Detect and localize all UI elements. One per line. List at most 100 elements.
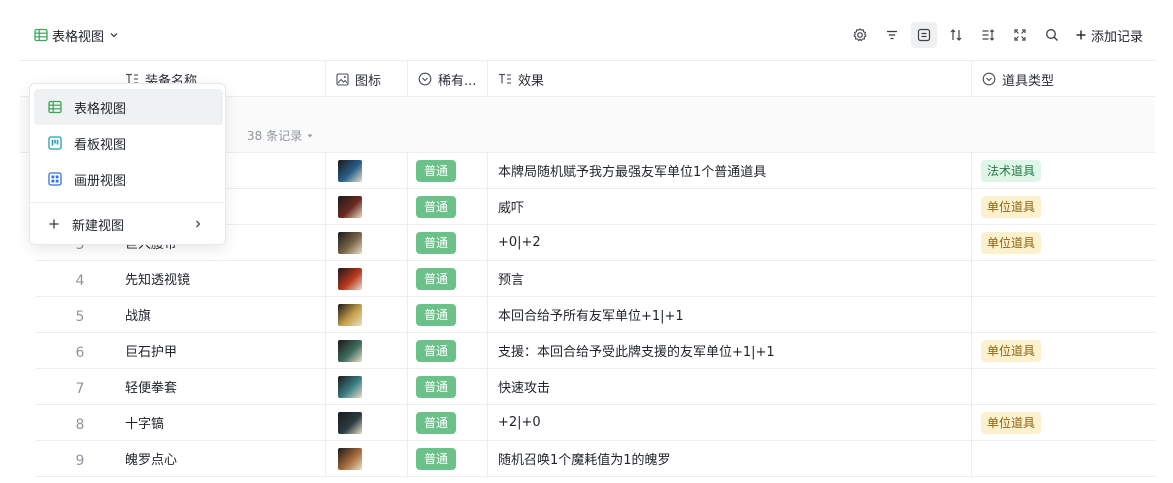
cell-effect[interactable]: +0|+2 xyxy=(487,225,971,260)
cell-effect[interactable]: +2|+0 xyxy=(487,405,971,440)
type-tag: 单位道具 xyxy=(981,195,1042,218)
cell-type[interactable]: 单位道具 xyxy=(971,225,1155,260)
column-type-label: 道具类型 xyxy=(1002,73,1055,89)
cell-type[interactable]: 单位道具 xyxy=(971,333,1155,368)
cell-name[interactable]: 战旗 xyxy=(125,297,325,332)
cell-rarity[interactable]: 普通 xyxy=(407,297,487,332)
cell-rarity[interactable]: 普通 xyxy=(407,441,487,476)
cell-image[interactable] xyxy=(325,333,407,368)
cell-rarity[interactable]: 普通 xyxy=(407,189,487,224)
item-thumbnail xyxy=(338,195,362,218)
cell-type[interactable] xyxy=(971,297,1155,332)
cell-type[interactable] xyxy=(971,369,1155,404)
cell-type[interactable]: 法术道具 xyxy=(971,153,1155,188)
sort-icon[interactable] xyxy=(943,22,969,48)
view-switcher[interactable]: 表格视图 xyxy=(34,24,120,46)
filter-icon[interactable] xyxy=(879,22,905,48)
table-row[interactable]: 6 巨石护甲 普通 支援：本回合给予受此牌支援的友军单位+1|+1 单位道具 xyxy=(36,333,1155,369)
rarity-tag: 普通 xyxy=(416,195,457,218)
row-height-icon[interactable] xyxy=(910,22,937,48)
grid-view-icon xyxy=(48,100,62,114)
cell-image[interactable] xyxy=(325,261,407,296)
chevron-right-icon xyxy=(193,219,203,229)
cell-effect[interactable]: 本回合给予所有友军单位+1|+1 xyxy=(487,297,971,332)
menu-item-label: 画册视图 xyxy=(74,173,127,189)
row-index: 6 xyxy=(75,344,85,361)
fullscreen-icon[interactable] xyxy=(1007,22,1033,48)
rarity-tag: 普通 xyxy=(416,303,457,326)
cell-type[interactable]: 单位道具 xyxy=(971,405,1155,440)
search-icon[interactable] xyxy=(1039,22,1065,48)
menu-item-new-view[interactable]: 新建视图 xyxy=(34,206,223,242)
rarity-tag: 普通 xyxy=(416,375,457,398)
view-switcher-label: 表格视图 xyxy=(52,29,105,45)
column-header-effect[interactable]: 效果 xyxy=(487,61,971,97)
table-row[interactable]: 7 轻便拳套 普通 快速攻击 xyxy=(36,369,1155,405)
single-select-icon xyxy=(418,72,432,86)
column-header-image[interactable]: 图标 xyxy=(325,61,407,97)
item-thumbnail xyxy=(338,267,362,290)
cell-name[interactable]: 巨石护甲 xyxy=(125,333,325,368)
cell-rarity[interactable]: 普通 xyxy=(407,153,487,188)
cell-effect[interactable]: 预言 xyxy=(487,261,971,296)
cell-rarity[interactable]: 普通 xyxy=(407,369,487,404)
group-icon[interactable] xyxy=(975,22,1001,48)
cell-rarity[interactable]: 普通 xyxy=(407,261,487,296)
type-tag: 单位道具 xyxy=(981,339,1042,362)
cell-effect[interactable]: 随机召唤1个魔耗值为1的魄罗 xyxy=(487,441,971,476)
cell-type[interactable] xyxy=(971,261,1155,296)
view-toolbar: 表格视图 添加记录 xyxy=(0,0,1173,60)
plus-icon xyxy=(1075,29,1087,41)
cell-name[interactable]: 十字镐 xyxy=(125,405,325,440)
row-index: 5 xyxy=(75,308,85,325)
cell-type[interactable]: 单位道具 xyxy=(971,189,1155,224)
rarity-tag: 普通 xyxy=(416,159,457,182)
cell-image[interactable] xyxy=(325,153,407,188)
item-thumbnail xyxy=(338,339,362,362)
table-row[interactable]: 9 魄罗点心 普通 随机召唤1个魔耗值为1的魄罗 xyxy=(36,441,1155,477)
cell-image[interactable] xyxy=(325,189,407,224)
kanban-view-icon xyxy=(48,136,62,150)
cell-image[interactable] xyxy=(325,225,407,260)
column-header-rarity[interactable]: 稀有... xyxy=(407,61,487,97)
cell-name[interactable]: 轻便拳套 xyxy=(125,369,325,404)
cell-rarity[interactable]: 普通 xyxy=(407,225,487,260)
add-record-button[interactable]: 添加记录 xyxy=(1075,26,1143,45)
cell-effect[interactable]: 本牌局随机赋予我方最强友军单位1个普通道具 xyxy=(487,153,971,188)
cell-image[interactable] xyxy=(325,441,407,476)
table-row[interactable]: 8 十字镐 普通 +2|+0 单位道具 xyxy=(36,405,1155,441)
cell-effect[interactable]: 威吓 xyxy=(487,189,971,224)
add-record-label: 添加记录 xyxy=(1090,29,1143,45)
column-header-type[interactable]: 道具类型 xyxy=(971,61,1155,97)
cell-name[interactable]: 先知透视镜 xyxy=(125,261,325,296)
rarity-tag: 普通 xyxy=(416,231,457,254)
table-row[interactable]: 5 战旗 普通 本回合给予所有友军单位+1|+1 xyxy=(36,297,1155,333)
item-thumbnail xyxy=(338,375,362,398)
item-thumbnail xyxy=(338,447,362,470)
menu-divider xyxy=(30,202,225,203)
table-row[interactable]: 4 先知透视镜 普通 预言 xyxy=(36,261,1155,297)
cell-name[interactable]: 魄罗点心 xyxy=(125,441,325,476)
chevron-down-icon xyxy=(108,29,120,41)
cell-image[interactable] xyxy=(325,405,407,440)
item-thumbnail xyxy=(338,303,362,326)
type-tag: 单位道具 xyxy=(981,411,1042,434)
cell-image[interactable] xyxy=(325,369,407,404)
rarity-tag: 普通 xyxy=(416,339,457,362)
menu-item-grid-view[interactable]: 表格视图 xyxy=(34,89,223,125)
cell-rarity[interactable]: 普通 xyxy=(407,333,487,368)
menu-item-gallery-view[interactable]: 画册视图 xyxy=(34,161,223,197)
group-count-label: 38 条记录 xyxy=(247,129,303,143)
cell-effect[interactable]: 支援：本回合给予受此牌支援的友军单位+1|+1 xyxy=(487,333,971,368)
plus-icon xyxy=(48,218,60,230)
cell-image[interactable] xyxy=(325,297,407,332)
group-record-count[interactable]: 38 条记录 xyxy=(247,127,314,144)
cell-type[interactable] xyxy=(971,441,1155,476)
menu-item-kanban-view[interactable]: 看板视图 xyxy=(34,125,223,161)
cell-effect[interactable]: 快速攻击 xyxy=(487,369,971,404)
column-image-label: 图标 xyxy=(355,73,382,89)
cell-rarity[interactable]: 普通 xyxy=(407,405,487,440)
settings-icon[interactable] xyxy=(847,22,873,48)
type-tag: 单位道具 xyxy=(981,231,1042,254)
gallery-view-icon xyxy=(48,172,62,186)
